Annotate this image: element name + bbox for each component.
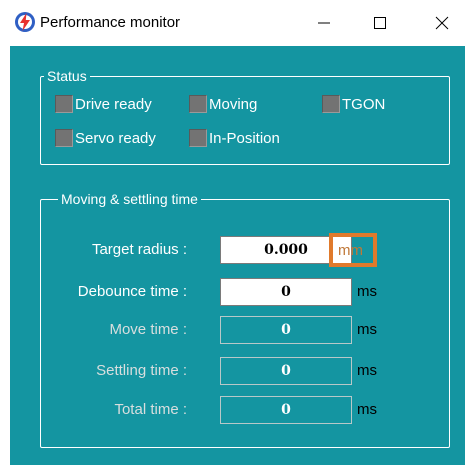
maximize-button[interactable] <box>352 0 408 46</box>
tgon-led <box>322 95 340 113</box>
drive-ready-indicator: Drive ready <box>55 95 152 113</box>
debounce-time-unit: ms <box>357 283 377 300</box>
status-group-title: Status <box>44 68 90 84</box>
window-bottom-border <box>10 465 471 471</box>
minimize-button[interactable] <box>296 0 352 46</box>
in-position-indicator: In-Position <box>189 129 280 147</box>
move-time-value: 0 <box>220 316 352 344</box>
in-position-label: In-Position <box>209 129 280 147</box>
moving-led <box>189 95 207 113</box>
total-time-value: 0 <box>220 396 352 424</box>
title-bar[interactable]: Performance monitor <box>10 0 465 46</box>
move-time-unit: ms <box>357 321 377 338</box>
debounce-time-input[interactable]: 0 <box>220 278 352 306</box>
window-title: Performance monitor <box>40 14 181 31</box>
moving-settling-group: Moving & settling time Target radius : 0… <box>40 191 450 448</box>
move-time-label: Move time : <box>109 321 187 338</box>
performance-monitor-window: Performance monitor Status Drive ready M… <box>0 0 471 471</box>
tgon-label: TGON <box>342 95 386 113</box>
close-button[interactable] <box>414 0 470 46</box>
in-position-led <box>189 129 207 147</box>
total-time-label: Total time : <box>114 401 187 418</box>
status-group: Status Drive ready Moving TGON Servo rea… <box>40 68 450 165</box>
tgon-indicator: TGON <box>322 95 385 113</box>
target-radius-unit: mm <box>338 242 363 259</box>
drive-ready-led <box>55 95 73 113</box>
maximize-icon <box>374 17 386 29</box>
target-radius-label: Target radius : <box>91 241 187 258</box>
servo-ready-indicator: Servo ready <box>55 129 156 147</box>
window-left-edge <box>0 0 10 471</box>
total-time-unit: ms <box>357 401 377 418</box>
settling-time-label: Settling time : <box>96 362 187 379</box>
lightning-bolt-app-icon <box>15 12 35 32</box>
client-area: Status Drive ready Moving TGON Servo rea… <box>10 46 465 465</box>
moving-label: Moving <box>209 95 258 113</box>
servo-ready-led <box>55 129 73 147</box>
window-right-border <box>465 0 471 471</box>
moving-indicator: Moving <box>189 95 257 113</box>
target-radius-unit-highlight: mm <box>329 233 377 267</box>
drive-ready-label: Drive ready <box>75 95 152 113</box>
moving-settling-group-title: Moving & settling time <box>58 191 201 207</box>
servo-ready-label: Servo ready <box>75 129 156 147</box>
close-icon <box>435 16 449 30</box>
settling-time-unit: ms <box>357 362 377 379</box>
minimize-icon <box>318 22 330 24</box>
settling-time-value: 0 <box>220 357 352 385</box>
debounce-time-label: Debounce time : <box>77 283 187 300</box>
